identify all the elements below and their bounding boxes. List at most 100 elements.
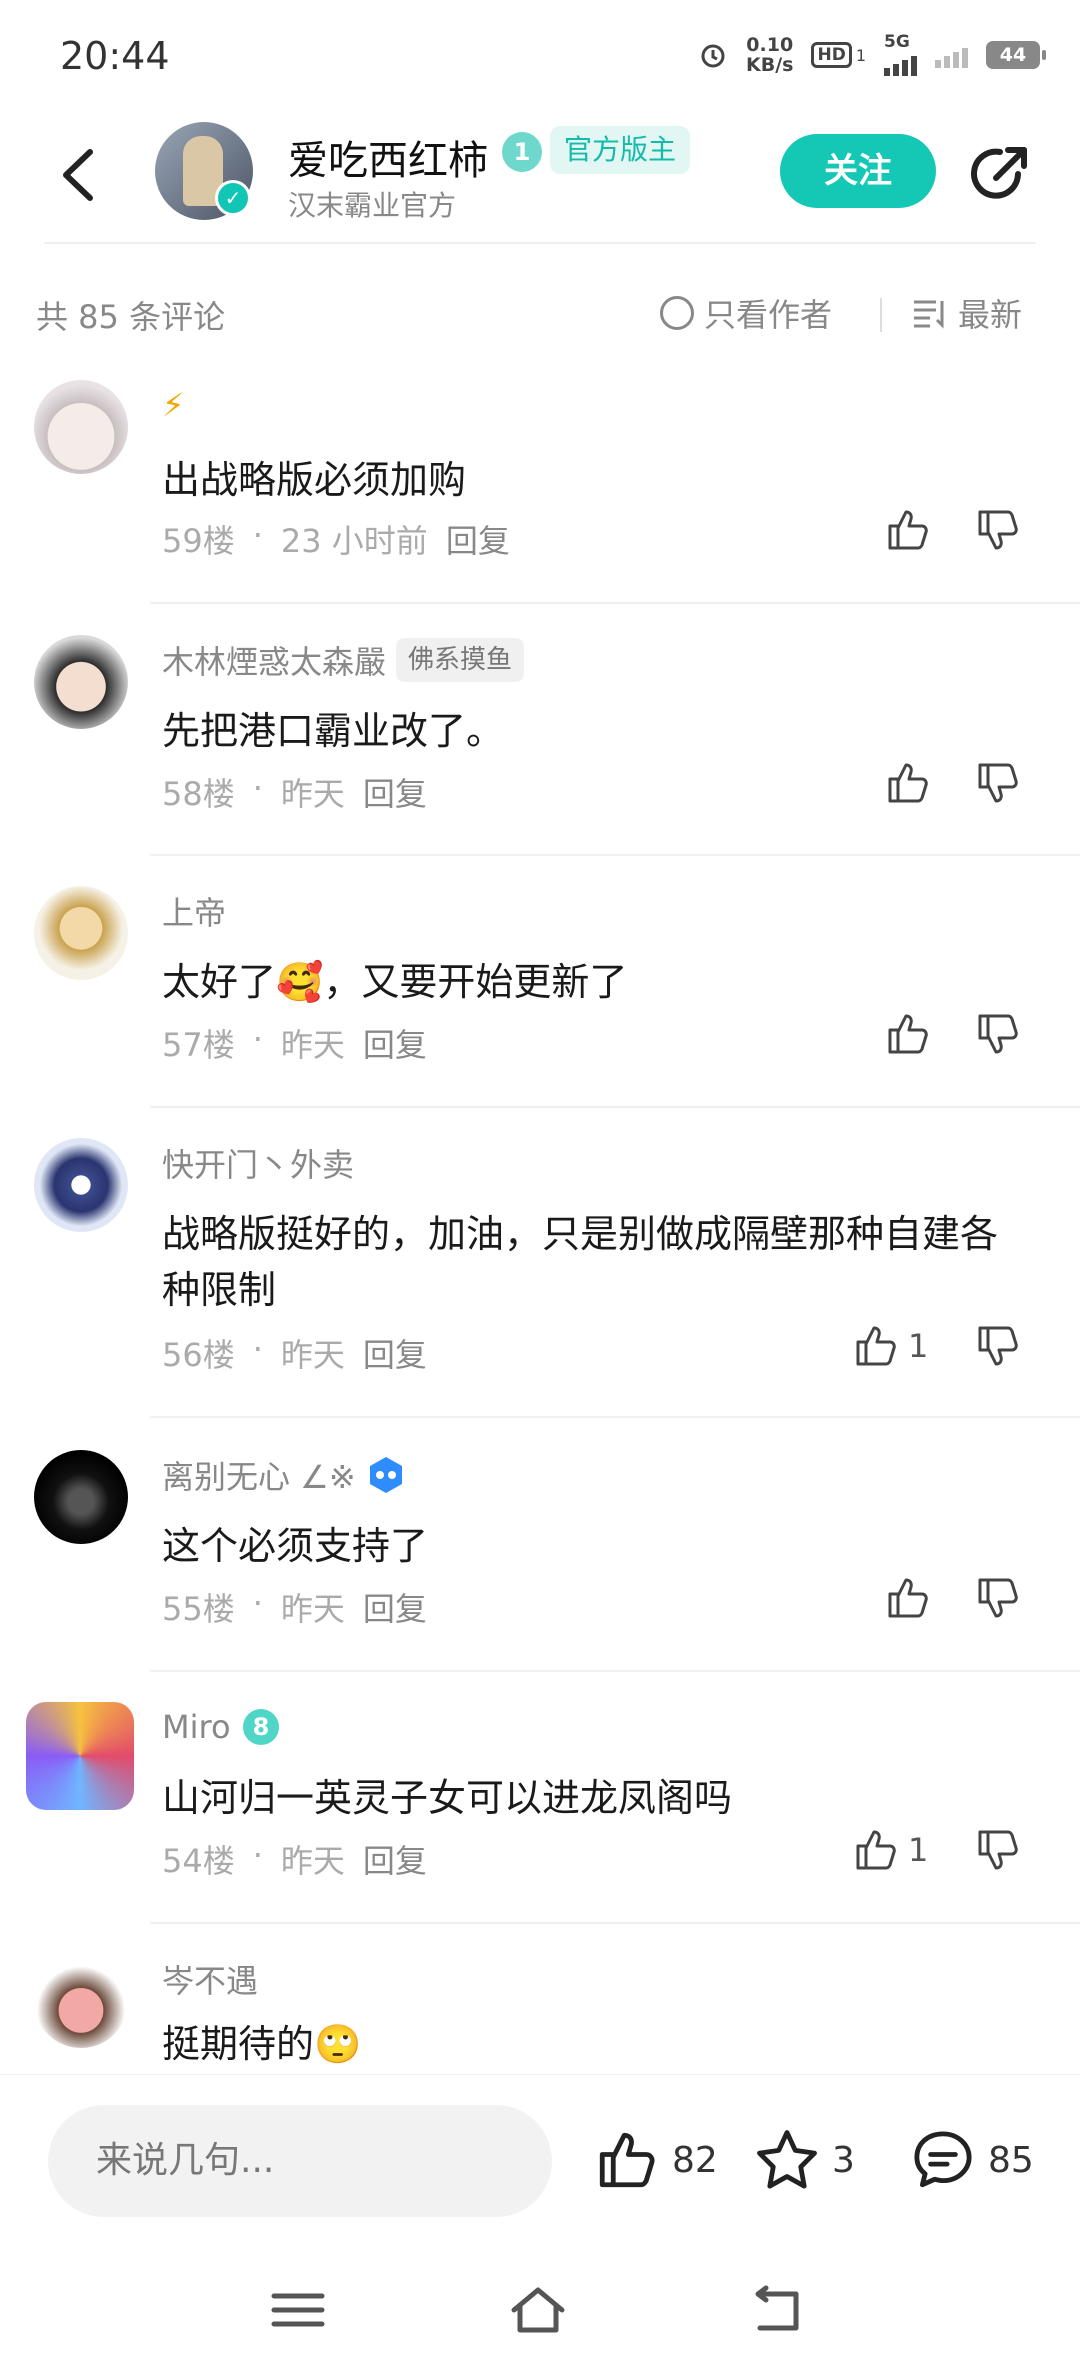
user-avatar[interactable] [34,1450,128,1544]
comment-item: 快开门丶外卖 战略版挺好的，加油，只是别做成隔壁那种自建各种限制 56楼 · 昨天回… [0,1138,1080,1438]
comment-item: 木林煙惑太森嚴 佛系摸鱼 先把港口霸业改了。 58楼 · 昨天 回复 [0,635,1080,885]
user-name[interactable]: 快开门丶外卖 [162,1140,354,1186]
dislike-button[interactable] [974,1826,1022,1878]
like-button[interactable]: 1 [852,1826,928,1874]
thumbs-down-icon [978,1830,1018,1870]
user-avatar[interactable] [26,1702,134,1810]
author-subtitle: 汉末霸业官方 [288,189,457,222]
floor-label: 56楼 [162,1336,235,1374]
comment-text: 挺期待的🙄 [162,2022,362,2066]
divider [150,1416,1080,1418]
time-label: 昨天 [280,775,345,813]
user-name[interactable]: 岑不遇 [162,1956,258,2002]
alarm-icon [701,44,725,68]
reply-button[interactable]: 回复 [363,1836,427,1882]
net-speed: 0.10 KB/s [746,34,794,76]
floor-label: 57楼 [162,1026,235,1064]
status-time: 20:44 [60,34,170,78]
bottom-action-bar: 来说几句... 82 3 85 [0,2074,1080,2244]
separator [880,298,882,332]
home-icon[interactable] [508,2284,568,2336]
favorite-button[interactable]: 3 [754,2127,855,2193]
time-label: 昨天 [280,1590,345,1628]
share-icon[interactable] [966,140,1034,208]
author-only-toggle[interactable]: 只看作者 [660,290,832,336]
sort-label: 最新 [958,296,1023,334]
hd-sub: 1 [855,45,866,65]
user-avatar[interactable] [34,1954,128,2048]
like-button[interactable] [884,1010,932,1058]
menu-icon[interactable] [268,2284,328,2336]
user-name[interactable]: 上帝 [162,888,226,934]
status-icons: 0.10 KB/s HD 1 5G 44 [698,30,1046,80]
user-avatar[interactable] [34,1138,128,1232]
user-name[interactable]: 木林煙惑太森嚴 [162,637,386,683]
comment-total: 85 [988,2139,1034,2181]
dislike-button[interactable] [974,1574,1022,1626]
status-bar: 20:44 0.10 KB/s HD 1 5G 44 [0,0,1080,110]
signal-2-icon [935,42,968,68]
time-label: 昨天 [280,1842,345,1880]
comment-input[interactable]: 来说几句... [48,2105,552,2217]
user-avatar[interactable] [34,886,128,980]
time-label: 昨天 [280,1336,345,1374]
comment-text: 这个必须支持了 [162,1524,429,1568]
dislike-button[interactable] [974,506,1022,558]
like-button[interactable] [884,759,932,807]
reply-button[interactable]: 回复 [363,769,427,815]
like-count: 1 [908,1831,929,1869]
user-name[interactable]: ⚡ [162,386,184,424]
divider [150,602,1080,604]
level-badge-icon: 8 [242,1709,279,1745]
back-arrow-icon[interactable] [48,140,108,210]
time-label: 23 小时前 [280,522,428,560]
sort-button[interactable]: 最新 [912,290,1022,336]
like-button[interactable] [884,1574,932,1622]
author-only-label: 只看作者 [704,296,833,334]
user-name[interactable]: Miro [162,1708,231,1746]
comments-button[interactable]: 85 [910,2127,1034,2193]
thumbs-up-icon [856,1830,896,1870]
like-button[interactable] [884,506,932,554]
hd-badge: HD [811,42,852,68]
reply-button[interactable]: 回复 [363,1584,427,1630]
thumbs-up-icon [888,763,928,803]
dislike-button[interactable] [974,1010,1022,1062]
dislike-button[interactable] [974,759,1022,811]
like-button[interactable]: 1 [852,1322,928,1370]
comment-item: 上帝 太好了🥰，又要开始更新了 57楼 · 昨天 回复 [0,886,1080,1136]
divider [44,242,1036,244]
thumbs-down-icon [978,1014,1018,1054]
gamepad-badge-icon [369,1457,402,1493]
official-tag: 官方版主 [550,126,691,174]
reply-button[interactable]: 回复 [363,1020,427,1066]
comment-count: 共 85 条评论 [36,298,226,336]
dislike-button[interactable] [974,1322,1022,1374]
divider [150,1922,1080,1924]
comment-text: 太好了🥰，又要开始更新了 [162,960,628,1004]
comment-item: Miro 8 山河归一英灵子女可以进龙凤阁吗 54楼 · 昨天 回复 1 [0,1702,1080,1952]
thumbs-down-icon [978,510,1018,550]
back-icon[interactable] [748,2284,808,2336]
follow-button[interactable]: 关注 [780,134,936,208]
thumbs-up-icon [856,1326,896,1366]
network-indicator: 5G [884,34,917,76]
author-name[interactable]: 爱吃西红柿 [288,128,488,186]
system-nav-bar [0,2244,1080,2376]
level-icon: 1 [502,132,542,172]
user-avatar[interactable] [34,380,128,474]
comment-item: ⚡ 出战略版必须加购 59楼 · 23 小时前 回复 [0,380,1080,630]
user-tag: 佛系摸鱼 [396,638,525,682]
user-avatar[interactable] [34,635,128,729]
verified-icon: ✓ [215,180,251,216]
comment-bubble-icon [914,2131,972,2188]
comment-item: 离别无心 ∠※ 这个必须支持了 55楼 · 昨天 回复 [0,1450,1080,1700]
radio-icon [660,296,694,330]
svg-text:8: 8 [252,1713,269,1741]
user-name[interactable]: 离别无心 ∠※ [162,1452,356,1498]
reply-button[interactable]: 回复 [363,1330,427,1376]
divider [150,854,1080,856]
thumbs-down-icon [978,763,1018,803]
reply-button[interactable]: 回复 [446,516,510,562]
like-post-button[interactable]: 82 [594,2127,718,2193]
